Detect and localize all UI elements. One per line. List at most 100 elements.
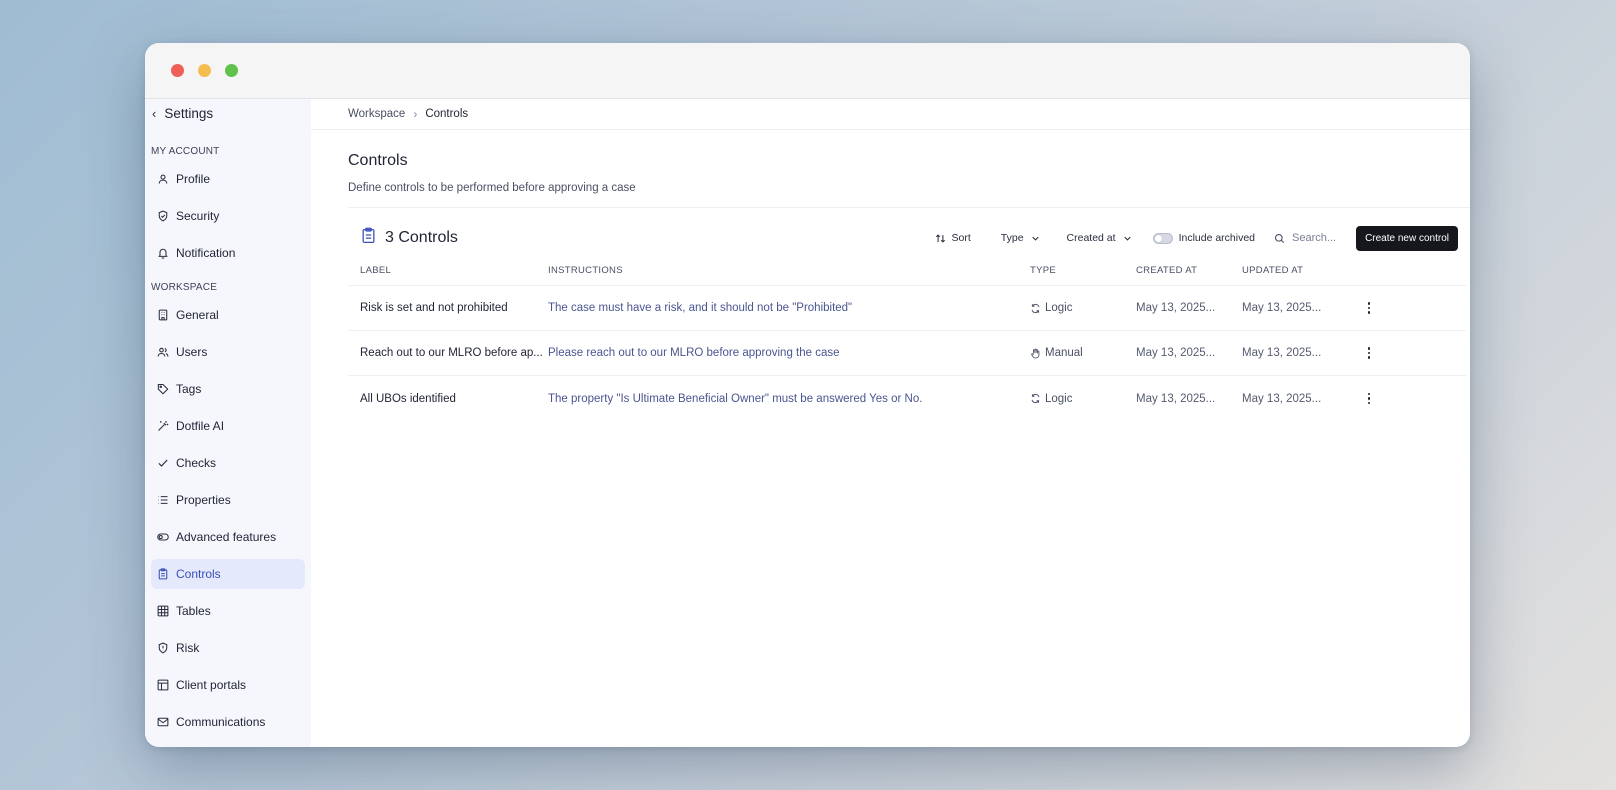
sidebar-item-controls[interactable]: Controls	[151, 559, 305, 589]
sidebar-item-label: Users	[176, 345, 208, 359]
hand-icon	[1031, 348, 1040, 358]
settings-back-button[interactable]: ‹ Settings	[151, 101, 305, 125]
column-header-created-at[interactable]: CREATED AT	[1136, 265, 1242, 276]
chevron-right-icon: ›	[413, 107, 418, 121]
layout-icon	[157, 679, 169, 691]
sidebar-item-label: Advanced features	[176, 530, 277, 544]
sidebar-item-label: General	[176, 308, 219, 322]
search-field[interactable]: Search...	[1274, 232, 1336, 244]
column-header-updated-at[interactable]: UPDATED AT	[1242, 265, 1354, 276]
sidebar-item-profile[interactable]: Profile	[151, 164, 305, 194]
sidebar-item-label: Client portals	[176, 678, 247, 692]
row-created-at: May 13, 2025...	[1136, 392, 1216, 405]
row-label: Risk is set and not prohibited	[360, 302, 508, 314]
building-icon	[157, 309, 169, 321]
sidebar-item-checks[interactable]: Checks	[151, 448, 305, 478]
row-type: Manual	[1030, 347, 1136, 359]
chevron-down-icon	[1123, 236, 1131, 241]
created-at-filter[interactable]: Created at	[1067, 232, 1133, 244]
minimize-window-button[interactable]	[198, 64, 211, 77]
row-menu-button[interactable]	[1354, 392, 1384, 405]
table-header: LABEL INSTRUCTIONS TYPE CREATED AT UPDAT…	[348, 255, 1466, 286]
column-header-type[interactable]: TYPE	[1030, 265, 1136, 276]
settings-title: Settings	[164, 105, 214, 121]
sort-button[interactable]: Sort	[935, 232, 971, 244]
table-row[interactable]: Reach out to our MLRO before ap... Pleas…	[348, 331, 1466, 376]
sidebar-item-risk[interactable]: Risk	[151, 633, 305, 663]
title-bar	[145, 43, 1470, 99]
row-instructions: The case must have a risk, and it should…	[548, 302, 853, 314]
main-content: Workspace › Controls Controls Define con…	[311, 99, 1470, 747]
sidebar-item-communications[interactable]: Communications	[151, 707, 305, 737]
include-archived-label: Include archived	[1178, 232, 1256, 244]
sidebar-item-security[interactable]: Security	[151, 201, 305, 231]
clipboard-icon	[360, 227, 377, 249]
sidebar-item-label: Risk	[176, 641, 200, 655]
sidebar-item-label: Profile	[176, 172, 211, 186]
bell-icon	[157, 247, 169, 259]
toggle-icon	[157, 531, 169, 543]
tag-icon	[157, 383, 169, 395]
refresh-icon	[1031, 393, 1040, 404]
breadcrumb-workspace[interactable]: Workspace	[348, 108, 405, 120]
row-type-label: Logic	[1045, 302, 1073, 314]
close-window-button[interactable]	[171, 64, 184, 77]
toggle-switch[interactable]	[1152, 232, 1173, 244]
sidebar-item-notification[interactable]: Notification	[151, 238, 305, 268]
table-row[interactable]: Risk is set and not prohibited The case …	[348, 286, 1466, 331]
create-new-control-button[interactable]: Create new control	[1356, 225, 1458, 251]
sidebar-item-general[interactable]: General	[151, 300, 305, 330]
page-description: Define controls to be performed before a…	[348, 182, 636, 194]
column-header-instructions[interactable]: INSTRUCTIONS	[548, 265, 1030, 276]
sidebar-item-tables[interactable]: Tables	[151, 596, 305, 626]
sidebar-item-client-portals[interactable]: Client portals	[151, 670, 305, 700]
sidebar-item-label: Security	[176, 209, 220, 223]
sidebar-item-tags[interactable]: Tags	[151, 374, 305, 404]
row-updated-at: May 13, 2025...	[1242, 392, 1322, 405]
chevron-down-icon	[1031, 236, 1039, 241]
sidebar-item-label: Checks	[176, 456, 217, 470]
row-created-at: May 13, 2025...	[1136, 347, 1216, 359]
sidebar-item-label: Dotfile AI	[176, 419, 225, 433]
sort-label: Sort	[951, 232, 971, 244]
table-icon	[157, 605, 169, 617]
users-icon	[157, 346, 169, 358]
page-title: Controls	[348, 152, 408, 169]
chevron-left-icon: ‹	[152, 105, 157, 121]
sort-icon	[935, 233, 945, 243]
divider	[348, 207, 1470, 208]
more-vertical-icon	[1367, 347, 1371, 359]
sidebar-item-label: Properties	[176, 493, 231, 507]
sidebar-item-dotfile-ai[interactable]: Dotfile AI	[151, 411, 305, 441]
row-label: Reach out to our MLRO before ap...	[360, 347, 543, 359]
row-type: Logic	[1030, 393, 1136, 405]
row-type-label: Manual	[1045, 347, 1083, 359]
type-filter[interactable]: Type	[1001, 232, 1041, 244]
row-instructions: Please reach out to our MLRO before appr…	[548, 347, 840, 359]
breadcrumb-controls: Controls	[425, 108, 469, 120]
shield-check-icon	[157, 210, 169, 222]
breadcrumb: Workspace › Controls	[311, 99, 1470, 130]
row-instructions: The property "Is Ultimate Beneficial Own…	[548, 392, 923, 405]
include-archived-toggle[interactable]: Include archived	[1152, 232, 1256, 244]
more-vertical-icon	[1367, 392, 1371, 405]
sidebar-item-label: Notification	[176, 246, 236, 260]
sidebar-item-label: Controls	[176, 567, 221, 581]
row-menu-button[interactable]	[1354, 347, 1384, 359]
type-filter-label: Type	[1000, 232, 1024, 244]
column-header-label[interactable]: LABEL	[348, 265, 548, 276]
sidebar-item-advanced-features[interactable]: Advanced features	[151, 522, 305, 552]
row-type-label: Logic	[1045, 392, 1073, 405]
check-icon	[157, 457, 169, 469]
list-icon	[157, 494, 169, 506]
search-input[interactable]: Search...	[1292, 232, 1336, 244]
search-icon	[1274, 233, 1285, 243]
table-row[interactable]: All UBOs identified The property "Is Ult…	[348, 376, 1466, 421]
sidebar-item-label: Communications	[176, 715, 266, 729]
maximize-window-button[interactable]	[225, 64, 238, 77]
sidebar-item-properties[interactable]: Properties	[151, 485, 305, 515]
section-workspace: WORKSPACE	[151, 282, 218, 293]
sidebar-item-users[interactable]: Users	[151, 337, 305, 367]
mail-icon	[157, 716, 169, 728]
row-menu-button[interactable]	[1354, 302, 1384, 314]
